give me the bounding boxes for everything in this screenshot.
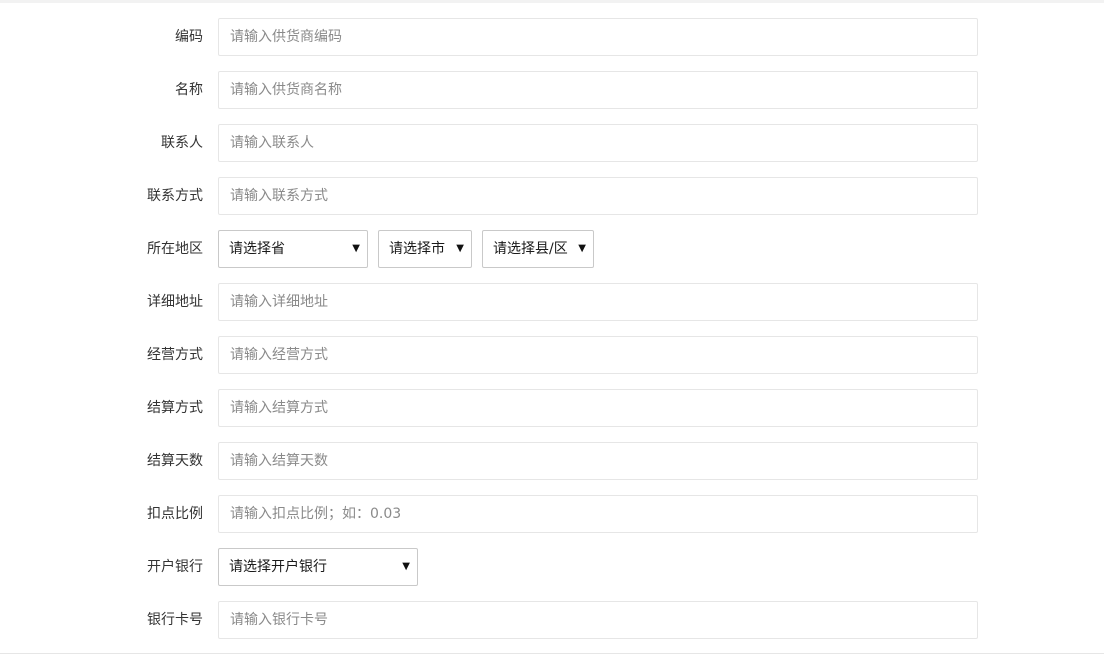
province-select-value: 请选择省: [229, 241, 285, 257]
form-row-settlement-mode: 结算方式 请输入结算方式: [0, 389, 1104, 427]
county-select-value: 请选择县/区: [493, 241, 568, 257]
form-row-name: 名称 请输入供货商名称: [0, 71, 1104, 109]
caret-down-icon: ▼: [456, 243, 464, 254]
supplier-form-page: 编码 请输入供货商编码 名称 请输入供货商名称 联系人 请输入联系人 联系方式 …: [0, 0, 1104, 662]
form-row-bank: 开户银行 请选择开户银行 ▼: [0, 548, 1104, 586]
address-label: 详细地址: [147, 294, 203, 310]
caret-down-icon: ▼: [578, 243, 586, 254]
city-select[interactable]: 请选择市 ▼: [378, 230, 472, 268]
contact-input[interactable]: 请输入联系人: [218, 124, 978, 162]
form-row-phone: 联系方式 请输入联系方式: [0, 177, 1104, 215]
settlement-mode-label: 结算方式: [147, 400, 203, 416]
card-no-input-placeholder: 请输入银行卡号: [230, 612, 328, 628]
name-label: 名称: [175, 82, 203, 98]
form-row-region: 所在地区 请选择省 ▼ 请选择市 ▼ 请选择县/区 ▼: [0, 230, 1104, 268]
deduction-ratio-input[interactable]: 请输入扣点比例；如：0.03: [218, 495, 978, 533]
bank-select[interactable]: 请选择开户银行 ▼: [218, 548, 418, 586]
phone-label: 联系方式: [147, 188, 203, 204]
address-input-placeholder: 请输入详细地址: [230, 294, 328, 310]
deduction-ratio-label: 扣点比例: [147, 506, 203, 522]
address-input[interactable]: 请输入详细地址: [218, 283, 978, 321]
bank-label: 开户银行: [147, 559, 203, 575]
deduction-ratio-input-placeholder: 请输入扣点比例；如：0.03: [230, 506, 402, 522]
settlement-days-label: 结算天数: [147, 453, 203, 469]
settlement-mode-input-placeholder: 请输入结算方式: [230, 400, 328, 416]
contact-input-placeholder: 请输入联系人: [230, 135, 314, 151]
city-select-value: 请选择市: [389, 241, 445, 257]
form-row-address: 详细地址 请输入详细地址: [0, 283, 1104, 321]
business-mode-input[interactable]: 请输入经营方式: [218, 336, 978, 374]
name-input[interactable]: 请输入供货商名称: [218, 71, 978, 109]
code-input[interactable]: 请输入供货商编码: [218, 18, 978, 56]
bank-select-value: 请选择开户银行: [229, 559, 327, 575]
province-select[interactable]: 请选择省 ▼: [218, 230, 368, 268]
form-row-business-mode: 经营方式 请输入经营方式: [0, 336, 1104, 374]
form-row-card-no: 银行卡号 请输入银行卡号: [0, 601, 1104, 639]
contact-label: 联系人: [161, 135, 203, 151]
form-row-settlement-days: 结算天数 请输入结算天数: [0, 442, 1104, 480]
code-label: 编码: [175, 29, 203, 45]
form-row-deduction-ratio: 扣点比例 请输入扣点比例；如：0.03: [0, 495, 1104, 533]
county-select[interactable]: 请选择县/区 ▼: [482, 230, 594, 268]
card-no-label: 银行卡号: [147, 612, 203, 628]
caret-down-icon: ▼: [352, 243, 360, 254]
caret-down-icon: ▼: [402, 561, 410, 572]
name-input-placeholder: 请输入供货商名称: [230, 82, 342, 98]
settlement-days-input-placeholder: 请输入结算天数: [230, 453, 328, 469]
form-row-code: 编码 请输入供货商编码: [0, 18, 1104, 56]
settlement-days-input[interactable]: 请输入结算天数: [218, 442, 978, 480]
bottom-divider: [0, 653, 1104, 654]
settlement-mode-input[interactable]: 请输入结算方式: [218, 389, 978, 427]
phone-input[interactable]: 请输入联系方式: [218, 177, 978, 215]
code-input-placeholder: 请输入供货商编码: [230, 29, 342, 45]
card-no-input[interactable]: 请输入银行卡号: [218, 601, 978, 639]
top-divider: [0, 0, 1104, 3]
phone-input-placeholder: 请输入联系方式: [230, 188, 328, 204]
region-label: 所在地区: [147, 241, 203, 257]
form-row-contact: 联系人 请输入联系人: [0, 124, 1104, 162]
business-mode-input-placeholder: 请输入经营方式: [230, 347, 328, 363]
business-mode-label: 经营方式: [147, 347, 203, 363]
